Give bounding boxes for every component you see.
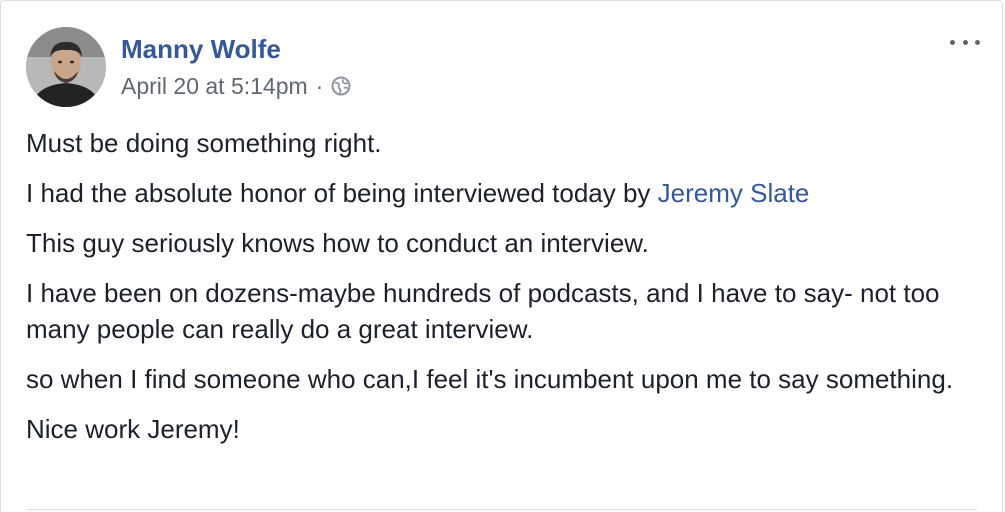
post-paragraph: This guy seriously knows how to conduct … <box>26 228 649 258</box>
more-dot <box>962 39 968 45</box>
mention-link[interactable]: Jeremy Slate <box>658 178 810 208</box>
post-paragraph: so when I find someone who can,I feel it… <box>26 364 954 394</box>
post-paragraph: I have been on dozens-maybe hundreds of … <box>26 278 940 344</box>
avatar-image <box>26 27 106 107</box>
post-paragraph: Nice work Jeremy! <box>26 414 240 444</box>
globe-icon[interactable] <box>331 76 351 96</box>
more-dot <box>975 39 980 45</box>
post-paragraph: I had the absolute honor of being interv… <box>26 175 966 211</box>
post-body: Must be doing something right. I had the… <box>26 125 966 461</box>
post-meta: April 20 at 5:14pm · <box>121 71 351 101</box>
post-card: Manny Wolfe April 20 at 5:14pm · Must be… <box>0 0 1003 512</box>
more-dot <box>950 39 955 45</box>
meta-separator: · <box>315 72 324 99</box>
avatar[interactable] <box>26 27 106 107</box>
post-text: I had the absolute honor of being interv… <box>26 178 658 208</box>
post-timestamp[interactable]: April 20 at 5:14pm <box>121 73 308 100</box>
divider <box>26 509 977 510</box>
author-name[interactable]: Manny Wolfe <box>121 34 281 65</box>
post-paragraph: Must be doing something right. <box>26 128 382 158</box>
more-options-icon[interactable] <box>950 32 980 52</box>
